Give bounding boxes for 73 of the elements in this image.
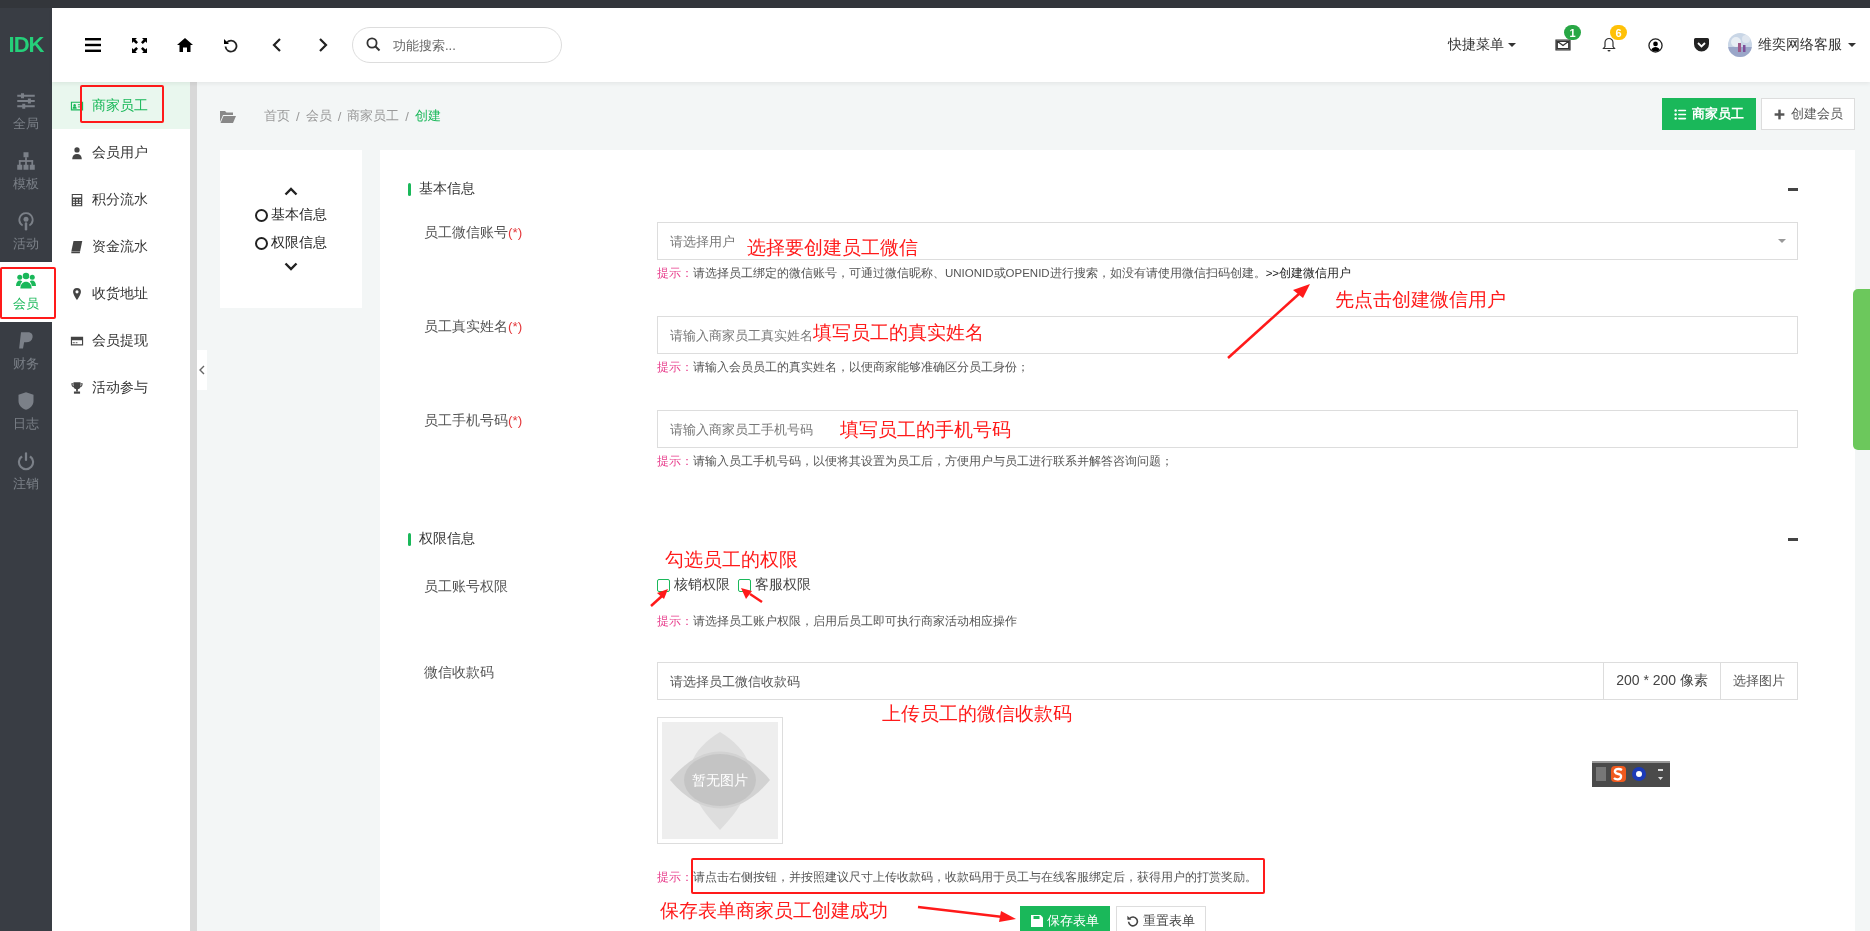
input-field[interactable]: 请选择员工微信收款码	[657, 662, 1605, 700]
arrow	[650, 589, 668, 607]
bell-icon[interactable]	[1601, 37, 1617, 53]
collapse-icon[interactable]	[1788, 187, 1798, 191]
annotation-text: 填写员工的手机号码	[840, 418, 1011, 442]
search-icon	[366, 37, 381, 52]
submenu-item[interactable]: 会员提现	[52, 317, 190, 364]
hint-text: 提示：请输入员工手机号码，以便将其设置为员工后，方便用户与员工进行联系并解答咨询问题；	[657, 454, 1173, 469]
sliders-icon	[16, 91, 36, 111]
anchor-link[interactable]: 权限信息	[255, 234, 327, 252]
save-icon	[1031, 915, 1043, 927]
plus-icon	[1773, 107, 1786, 121]
checkbox-label: 核销权限	[674, 576, 730, 594]
section-title: 基本信息	[419, 180, 475, 198]
highlight-box	[0, 267, 56, 319]
user-name[interactable]: 维奕网络客服	[1758, 36, 1842, 54]
field-label: 员工手机号码(*)	[424, 412, 524, 430]
list-icon	[1674, 107, 1687, 121]
no-image-text: 暂无图片	[691, 771, 749, 790]
shield-icon	[16, 391, 36, 411]
choose-image-button[interactable]: 选择图片	[1721, 662, 1798, 700]
calculator-icon	[70, 192, 84, 207]
field-label: 员工微信账号(*)	[424, 224, 524, 242]
logo: IDK	[7, 31, 45, 59]
create-button[interactable]: 创建会员	[1761, 98, 1855, 130]
annotation-text: 上传员工的微信收款码	[882, 702, 1072, 726]
separator: /	[337, 108, 342, 124]
submenu-item[interactable]: 会员用户	[52, 129, 190, 176]
field-label: 员工真实姓名(*)	[424, 318, 524, 336]
field-label: 微信收款码	[424, 664, 495, 682]
anchor-link[interactable]: 基本信息	[255, 206, 327, 224]
separator: /	[296, 108, 300, 124]
annotation-text: 勾选员工的权限	[665, 548, 798, 572]
user-icon	[70, 145, 84, 160]
mail-icon[interactable]	[1555, 37, 1571, 53]
reset-button[interactable]: 重置表单	[1116, 906, 1206, 931]
create-wechat-user-link[interactable]: >>创建微信用户	[1265, 267, 1352, 279]
collapse-icon[interactable]	[1788, 537, 1798, 541]
submenu-item[interactable]: 活动参与	[52, 364, 190, 411]
annotation-text: 选择要创建员工微信	[747, 236, 918, 260]
dropdown-caret-icon[interactable]	[1778, 239, 1786, 243]
users-icon	[16, 271, 36, 291]
chevron-up-icon[interactable]	[284, 187, 298, 196]
checkbox-label: 客服权限	[755, 576, 811, 594]
hint-text: 提示：请输入会员员工的真实姓名，以便商家能够准确区分员工身份；	[657, 360, 1029, 375]
book-icon	[70, 239, 84, 254]
annotation-text: 填写员工的真实姓名	[813, 321, 984, 345]
hint-text: 提示：请点击右侧按钮，并按照建议尺寸上传收款码，收款码用于员工与在线客服绑定后，获得用户的打赏奖励。	[657, 870, 1257, 885]
scrollbar[interactable]	[190, 82, 197, 931]
search-field[interactable]: 功能搜索...	[352, 27, 562, 63]
submenu-item[interactable]: 积分流水	[52, 176, 190, 223]
section-title: 权限信息	[419, 530, 475, 548]
separator: /	[405, 108, 409, 124]
count-badge: 1	[1564, 25, 1581, 40]
trophy-icon	[70, 380, 84, 395]
chevron-down-icon[interactable]	[284, 262, 298, 271]
quick-menu[interactable]: 快捷菜单	[1448, 36, 1516, 54]
power-icon	[16, 451, 36, 471]
sitemap-icon	[16, 151, 36, 171]
field-label: 员工账号权限	[424, 578, 509, 596]
map-pin-icon	[70, 286, 84, 301]
submenu-item[interactable]: 资金流水	[52, 223, 190, 270]
annotation-text: 保存表单商家员工创建成功	[660, 899, 888, 923]
annotation-text: 先点击创建微信用户	[1335, 288, 1506, 312]
folder-icon	[220, 109, 236, 123]
submenu-item[interactable]: 收货地址	[52, 270, 190, 317]
refresh-icon	[1127, 915, 1139, 927]
broadcast-icon	[16, 211, 36, 231]
hint-text: 提示：请选择员工账户权限，启用后员工即可执行商家活动相应操作	[657, 614, 1017, 629]
hint-text: 提示：请选择员工绑定的微信账号，可通过微信昵称、UNIONID或OPENID进行搜索，如没有请使用微信扫码创建。>>创建微信用户	[657, 266, 1352, 281]
paypal-icon	[16, 331, 36, 351]
count-badge: 6	[1610, 25, 1627, 40]
collapse-handle[interactable]	[197, 350, 207, 390]
